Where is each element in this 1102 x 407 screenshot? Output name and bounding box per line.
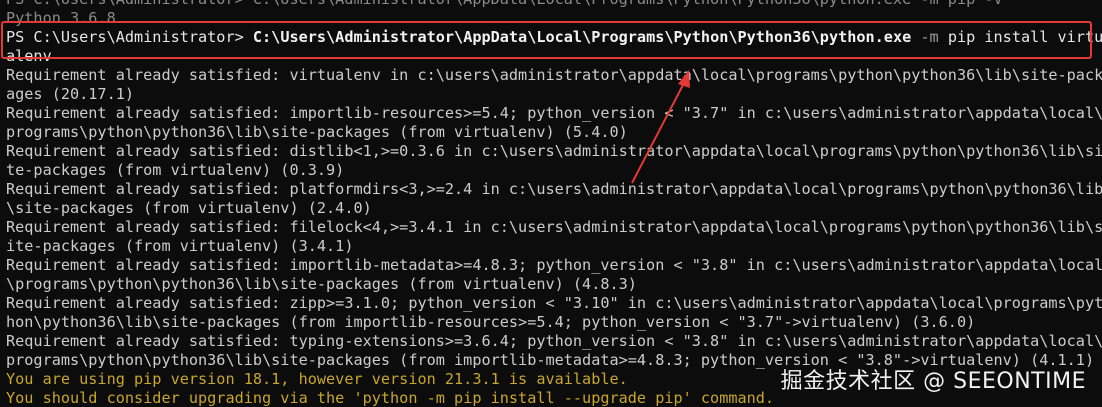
previous-command-line: PS C:\Users\Administrator> C:\Users\Admi… xyxy=(6,0,1102,9)
watermark: 掘金技术社区 @ SEEONTIME xyxy=(780,369,1086,394)
output-line: programs\python\python36\lib\site-packag… xyxy=(6,351,1095,369)
output-line: Requirement already satisfied: importlib… xyxy=(6,256,1102,274)
python-version-line: Python 3.6.8 xyxy=(6,9,116,27)
output-line: Requirement already satisfied: virtualen… xyxy=(6,66,1102,84)
output-line: ite-packages (from virtualenv) (3.4.1) xyxy=(6,237,354,255)
command-line-wrap: alenv xyxy=(6,47,52,65)
terminal-window[interactable]: PS C:\Users\Administrator> C:\Users\Admi… xyxy=(0,0,1102,407)
pip-install-args: pip install virtu xyxy=(938,28,1102,46)
output-line: Requirement already satisfied: typing-ex… xyxy=(6,332,1102,350)
output-line: programs\python\python36\lib\site-packag… xyxy=(6,123,628,141)
output-line: \site-packages (from virtualenv) (2.4.0) xyxy=(6,199,372,217)
output-line: Requirement already satisfied: platformd… xyxy=(6,180,1102,198)
module-flag: -m xyxy=(911,28,939,46)
output-line: Requirement already satisfied: importlib… xyxy=(6,104,1102,122)
output-line: Requirement already satisfied: zipp>=3.1… xyxy=(6,294,1102,312)
output-line: \programs\python\python36\lib\site-packa… xyxy=(6,275,637,293)
output-line: Requirement already satisfied: distlib<1… xyxy=(6,142,1102,160)
terminal-output: PS C:\Users\Administrator> C:\Users\Admi… xyxy=(6,0,1102,407)
python-exe-path: C:\Users\Administrator\AppData\Local\Pro… xyxy=(252,28,912,46)
output-line: hon\python36\lib\site-packages (from imp… xyxy=(6,313,976,331)
output-line: ages (20.17.1) xyxy=(6,85,135,103)
command-line: PS C:\Users\Administrator> C:\Users\Admi… xyxy=(6,28,1102,47)
output-line: te-packages (from virtualenv) (0.3.9) xyxy=(6,161,345,179)
pip-output: Requirement already satisfied: virtualen… xyxy=(6,66,1102,370)
output-line: Requirement already satisfied: filelock<… xyxy=(6,218,1102,236)
shell-prompt: PS C:\Users\Administrator> xyxy=(6,28,253,46)
